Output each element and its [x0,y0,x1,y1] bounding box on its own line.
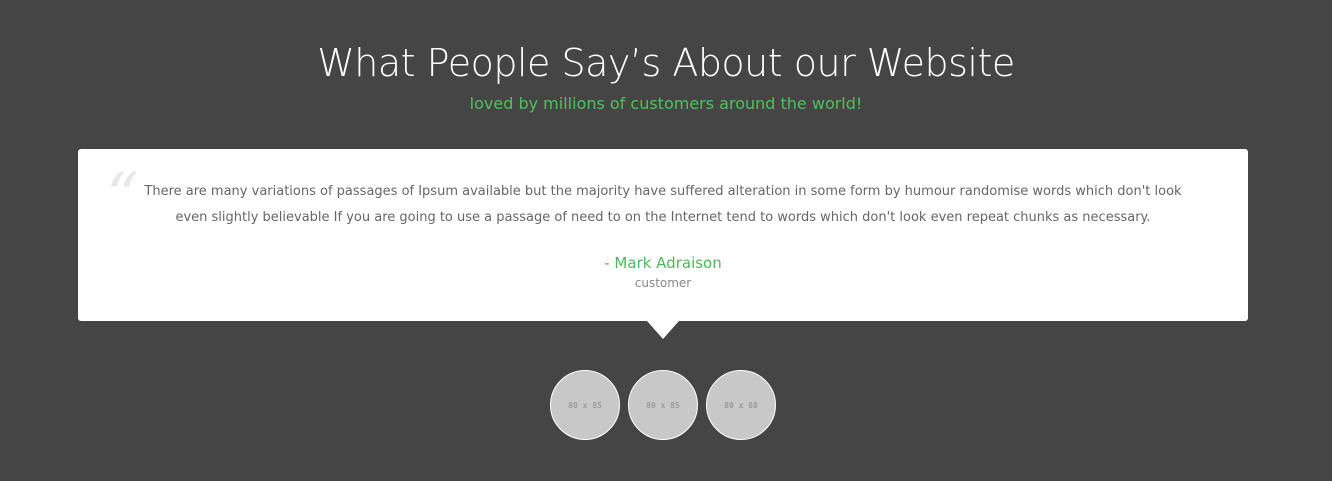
testimonials-section: What People Say’s About our Website love… [0,0,1332,481]
thumbnail-avatar-3[interactable]: 80 x 88 [706,370,776,440]
thumbnail-avatar-2[interactable]: 80 x 85 [628,370,698,440]
testimonial-role: customer [634,276,692,290]
quote-open-icon: “ [106,160,139,234]
testimonial-thumbnails: 80 x 85 80 x 85 80 x 88 [550,370,782,440]
testimonial-author: - Mark Adraison [604,254,722,272]
thumbnail-avatar-1[interactable]: 80 x 85 [550,370,620,440]
testimonial-text: There are many variations of passages of… [144,184,1182,225]
section-subtitle: loved by millions of customers around th… [469,94,863,113]
section-title: What People Say’s About our Website [317,41,1015,85]
testimonial-card: “ There are many variations of passages … [78,149,1248,339]
